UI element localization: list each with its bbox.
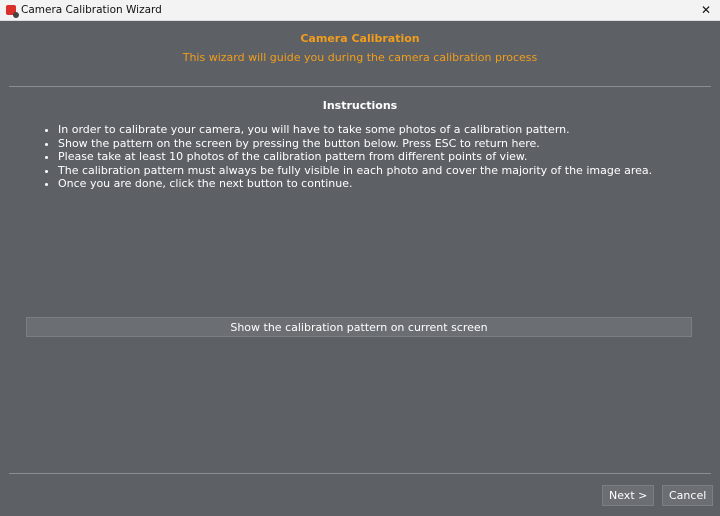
- instruction-item: In order to calibrate your camera, you w…: [58, 123, 652, 137]
- instruction-item: Please take at least 10 photos of the ca…: [58, 150, 652, 164]
- instruction-item: Show the pattern on the screen by pressi…: [58, 137, 652, 151]
- cancel-button[interactable]: Cancel: [662, 485, 714, 506]
- title-bar: Camera Calibration Wizard ✕: [0, 0, 720, 21]
- wizard-subtitle: This wizard will guide you during the ca…: [182, 51, 538, 64]
- divider: [9, 86, 711, 87]
- instruction-item: The calibration pattern must always be f…: [58, 164, 652, 178]
- instructions-list: In order to calibrate your camera, you w…: [48, 123, 652, 191]
- divider: [9, 473, 711, 474]
- next-button[interactable]: Next >: [602, 485, 655, 506]
- instructions-heading: Instructions: [322, 99, 398, 112]
- instruction-item: Once you are done, click the next button…: [58, 177, 652, 191]
- close-icon[interactable]: ✕: [692, 3, 720, 17]
- app-icon: [6, 5, 19, 18]
- wizard-title: Camera Calibration: [300, 32, 420, 45]
- show-pattern-button[interactable]: Show the calibration pattern on current …: [26, 317, 692, 337]
- window-title: Camera Calibration Wizard: [21, 4, 162, 16]
